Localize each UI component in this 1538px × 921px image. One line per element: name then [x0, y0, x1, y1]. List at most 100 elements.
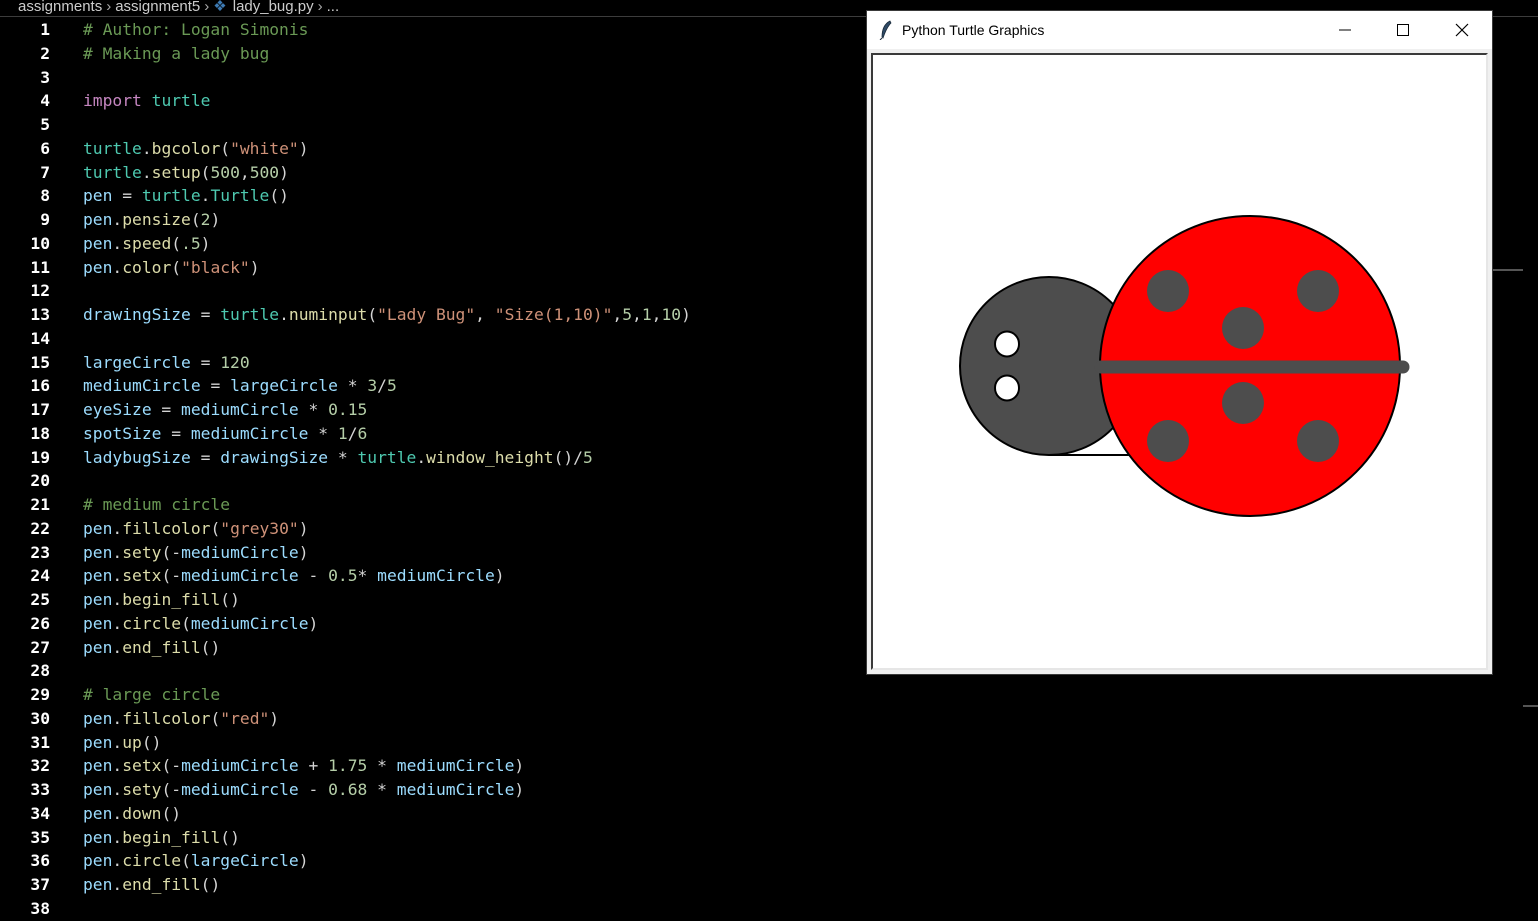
code-token: mediumCircle — [181, 400, 299, 419]
code-token: , — [651, 305, 662, 324]
line-number: 14 — [30, 328, 50, 348]
breadcrumb-item-more[interactable]: ... — [327, 0, 340, 15]
maximize-button[interactable] — [1374, 11, 1432, 49]
code-line[interactable]: 31 pen.up() — [0, 731, 860, 755]
code-token: turtle — [357, 447, 417, 467]
code-token: ( — [190, 210, 201, 229]
line-number: 29 — [30, 685, 50, 704]
code-line[interactable]: 19 ladybugSize = drawingSize * turtle.win… — [0, 446, 860, 470]
code-line[interactable]: 16 mediumCircle = largeCircle * 3/5 — [0, 374, 860, 398]
scrollbar-marker — [1493, 269, 1523, 271]
code-token: mediumCircle — [181, 566, 299, 586]
code-line[interactable]: 10 pen.speed(.5) — [0, 232, 860, 256]
code-token: 3 — [367, 376, 378, 396]
code-line[interactable]: 11 pen.color("black") — [0, 256, 860, 280]
code-line[interactable]: 23 pen.sety(-mediumCircle) — [0, 541, 860, 565]
code-token: ( — [210, 518, 221, 538]
code-line[interactable]: 26 pen.circle(mediumCircle) — [0, 612, 860, 636]
code-text: pen.circle(largeCircle) — [83, 849, 309, 873]
code-line[interactable]: 27 pen.end_fill() — [0, 636, 860, 660]
code-text: pen.down() — [83, 802, 181, 826]
code-token: ( — [171, 257, 182, 277]
code-line[interactable]: 37 pen.end_fill() — [0, 873, 860, 897]
turtle-window[interactable]: Python Turtle Graphics — [867, 11, 1492, 674]
code-line[interactable]: 1 # Author: Logan Simonis — [0, 18, 860, 42]
code-token: * — [298, 400, 329, 419]
code-text: # Making a lady bug — [83, 42, 269, 66]
code-text: largeCircle = 120 — [83, 351, 250, 375]
line-number: 5 — [40, 115, 50, 134]
code-line[interactable]: 15 largeCircle = 120 — [0, 351, 860, 375]
code-token: spotSize — [83, 423, 162, 443]
code-line[interactable]: 24 pen.setx(-mediumCircle - 0.5* mediumCi… — [0, 564, 860, 588]
code-line[interactable]: 21 # medium circle — [0, 493, 860, 517]
close-button[interactable] — [1433, 11, 1491, 49]
code-line[interactable]: 29 # large circle — [0, 683, 860, 707]
code-line[interactable]: 14 — [0, 327, 860, 351]
code-line[interactable]: 18 spotSize = mediumCircle * 1/6 — [0, 422, 860, 446]
line-number: 21 — [30, 495, 50, 514]
code-line[interactable]: 22 pen.fillcolor("grey30") — [0, 517, 860, 541]
code-token: mediumCircle — [181, 542, 299, 562]
code-line[interactable]: 2 # Making a lady bug — [0, 42, 860, 66]
code-token: * — [367, 756, 397, 776]
code-line[interactable]: 9 pen.pensize(2) — [0, 208, 860, 232]
code-token: bgcolor — [151, 138, 221, 158]
code-token: + — [298, 756, 329, 776]
minimize-button[interactable] — [1316, 11, 1374, 49]
chevron-right-icon: › — [317, 0, 323, 15]
breadcrumb-item-assignments[interactable]: assignments — [18, 0, 102, 14]
code-token: . — [112, 708, 123, 728]
code-token: () — [141, 732, 162, 752]
code-token: . — [112, 613, 123, 633]
code-token: . — [112, 210, 123, 229]
line-number: 3 — [40, 67, 50, 87]
code-line[interactable]: 38 — [0, 897, 860, 921]
window-titlebar[interactable]: Python Turtle Graphics — [867, 11, 1492, 49]
code-token: ) — [269, 708, 280, 728]
code-line[interactable]: 13 drawingSize = turtle.numinput("Lady Bu… — [0, 303, 860, 327]
code-line[interactable]: 34 pen.down() — [0, 802, 860, 826]
code-line[interactable]: 12 — [0, 279, 860, 303]
code-token: "Lady Bug" — [377, 305, 476, 324]
code-token: ) — [279, 162, 289, 182]
code-line[interactable]: 8 pen = turtle.Turtle() — [0, 184, 860, 208]
code-text: import turtle — [83, 89, 210, 113]
code-line[interactable]: 25 pen.begin_fill() — [0, 588, 860, 612]
code-line[interactable]: 30 pen.fillcolor("red") — [0, 707, 860, 731]
code-line[interactable]: 36 pen.circle(largeCircle) — [0, 849, 860, 873]
code-token: mediumCircle — [83, 376, 201, 396]
code-token: pen — [83, 803, 113, 823]
code-token: 6 — [357, 423, 368, 443]
code-line[interactable]: 3 — [0, 66, 860, 90]
code-token: () — [161, 803, 182, 823]
breadcrumb-item-file[interactable]: lady_bug.py — [233, 0, 314, 15]
code-token: pen — [83, 210, 113, 229]
code-line[interactable]: 17 eyeSize = mediumCircle * 0.15 — [0, 398, 860, 422]
line-number: 6 — [40, 138, 50, 158]
code-token: = — [190, 447, 221, 467]
code-line[interactable]: 5 — [0, 113, 860, 137]
code-line[interactable]: 28 — [0, 659, 860, 683]
breadcrumb-item-assignment5[interactable]: assignment5 — [115, 0, 200, 15]
code-text: pen.setx(-mediumCircle - 0.5* mediumCirc… — [83, 564, 505, 588]
code-line[interactable]: 33 pen.sety(-mediumCircle - 0.68 * medium… — [0, 778, 860, 802]
code-text: pen.speed(.5) — [83, 232, 210, 256]
code-token: pen — [83, 257, 113, 277]
turtle-canvas[interactable] — [871, 53, 1488, 670]
code-line[interactable]: 35 pen.begin_fill() — [0, 826, 860, 850]
code-token: * — [308, 423, 338, 443]
code-token: pen — [83, 566, 113, 586]
code-line[interactable]: 7 turtle.setup(500,500) — [0, 161, 860, 185]
line-number: 12 — [30, 281, 50, 301]
code-token: . — [112, 542, 123, 562]
code-line[interactable]: 32 pen.setx(-mediumCircle + 1.75 * medium… — [0, 754, 860, 778]
code-token: () — [269, 186, 289, 206]
code-line[interactable]: 4 import turtle — [0, 89, 860, 113]
code-line[interactable]: 6 turtle.bgcolor("white") — [0, 137, 860, 161]
ladybug-eye-upper — [994, 330, 1020, 358]
code-line[interactable]: 20 — [0, 469, 860, 493]
code-token: turtle — [83, 138, 142, 158]
code-token: pen — [83, 590, 113, 609]
code-text: # medium circle — [83, 493, 230, 517]
